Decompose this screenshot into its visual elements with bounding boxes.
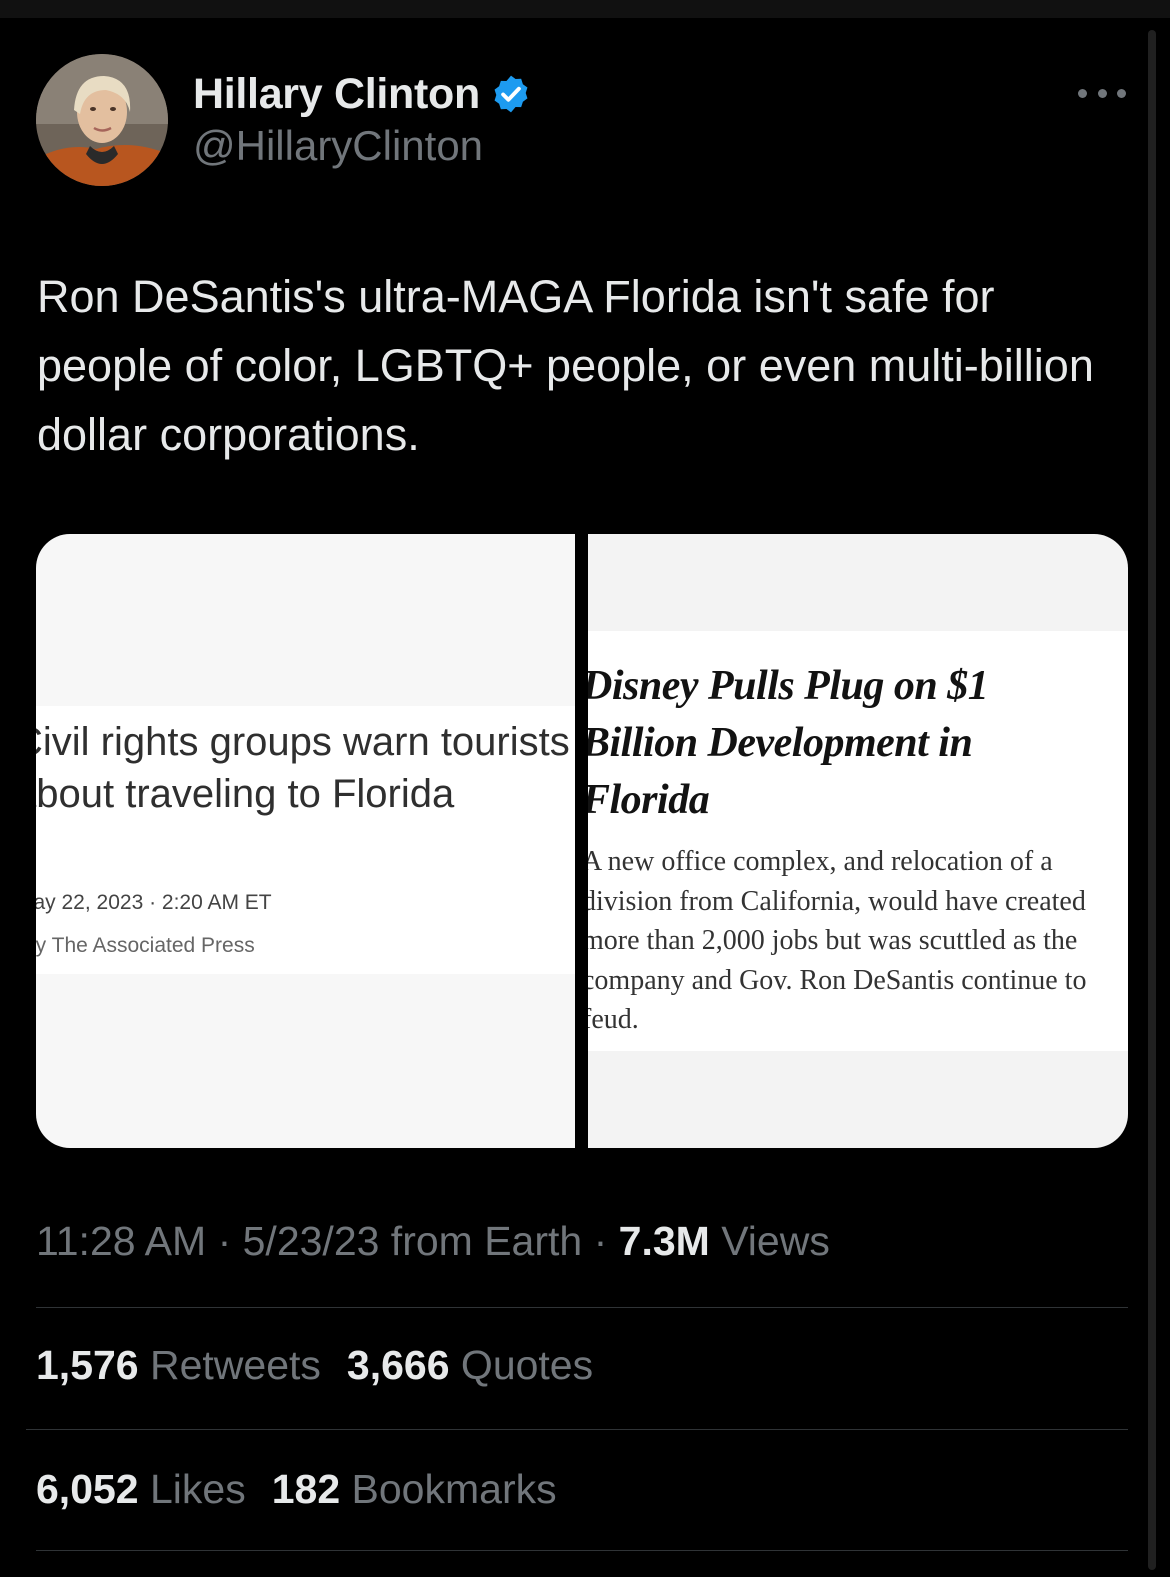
likes-label: Likes: [138, 1466, 246, 1512]
user-handle[interactable]: @HillaryClinton: [193, 122, 483, 170]
media-image-left[interactable]: Civil rights groups warn tourists about …: [36, 534, 575, 1148]
article-headline: Disney Pulls Plug on $1 Billion Developm…: [588, 663, 989, 823]
article-headline: Civil rights groups warn tourists about …: [36, 720, 570, 816]
tweet-text: Ron DeSantis's ultra-MAGA Florida isn't …: [37, 271, 1094, 460]
retweets-count: 1,576: [36, 1342, 139, 1388]
quotes-label: Quotes: [449, 1342, 594, 1388]
tweet-media[interactable]: Civil rights groups warn tourists about …: [36, 534, 1128, 1148]
author-name-row[interactable]: Hillary Clinton: [193, 68, 532, 120]
meta-separator: ·: [206, 1218, 243, 1264]
more-options-icon[interactable]: [1078, 78, 1126, 108]
bookmarks-stat[interactable]: 182 Bookmarks: [272, 1466, 557, 1512]
article-byline: by The Associated Press: [36, 934, 255, 957]
views-label[interactable]: Views: [710, 1218, 830, 1264]
tweet-meta: 11:28 AM · 5/23/23 from Earth · 7.3M Vie…: [36, 1218, 830, 1265]
retweets-stat[interactable]: 1,576 Retweets: [36, 1342, 321, 1388]
tweet-date-source[interactable]: 5/23/23 from Earth: [243, 1218, 583, 1264]
stats-row-likes-bookmarks: 6,052 Likes 182 Bookmarks: [36, 1466, 557, 1513]
divider: [26, 1429, 1128, 1430]
more-dot: [1097, 88, 1107, 98]
bookmarks-count: 182: [271, 1466, 341, 1512]
article-date: May 22, 2023 · 2:20 AM ET: [36, 891, 272, 914]
article-summary: A new office complex, and relocation of …: [588, 846, 1087, 1035]
scrollbar[interactable]: [1148, 30, 1156, 1570]
views-count[interactable]: 7.3M: [619, 1218, 710, 1264]
bookmarks-label: Bookmarks: [340, 1466, 557, 1512]
tweet-time[interactable]: 11:28 AM: [36, 1218, 206, 1264]
more-dot: [1078, 88, 1087, 98]
stats-row-retweets-quotes: 1,576 Retweets 3,666 Quotes: [36, 1342, 593, 1389]
avatar-image: [36, 54, 168, 186]
avatar[interactable]: [36, 54, 168, 186]
verified-badge-icon[interactable]: [490, 73, 532, 115]
likes-count: 6,052: [36, 1466, 139, 1512]
top-status-strip: [0, 0, 1170, 18]
media-image-right[interactable]: Disney Pulls Plug on $1 Billion Developm…: [588, 534, 1128, 1148]
quotes-count: 3,666: [346, 1342, 450, 1388]
likes-stat[interactable]: 6,052 Likes: [36, 1466, 246, 1512]
quotes-stat[interactable]: 3,666 Quotes: [347, 1342, 593, 1388]
meta-separator: ·: [582, 1218, 619, 1264]
divider: [36, 1307, 1128, 1308]
retweets-label: Retweets: [138, 1342, 321, 1388]
display-name[interactable]: Hillary Clinton: [193, 70, 480, 119]
divider: [36, 1550, 1128, 1551]
more-dot: [1117, 88, 1126, 98]
